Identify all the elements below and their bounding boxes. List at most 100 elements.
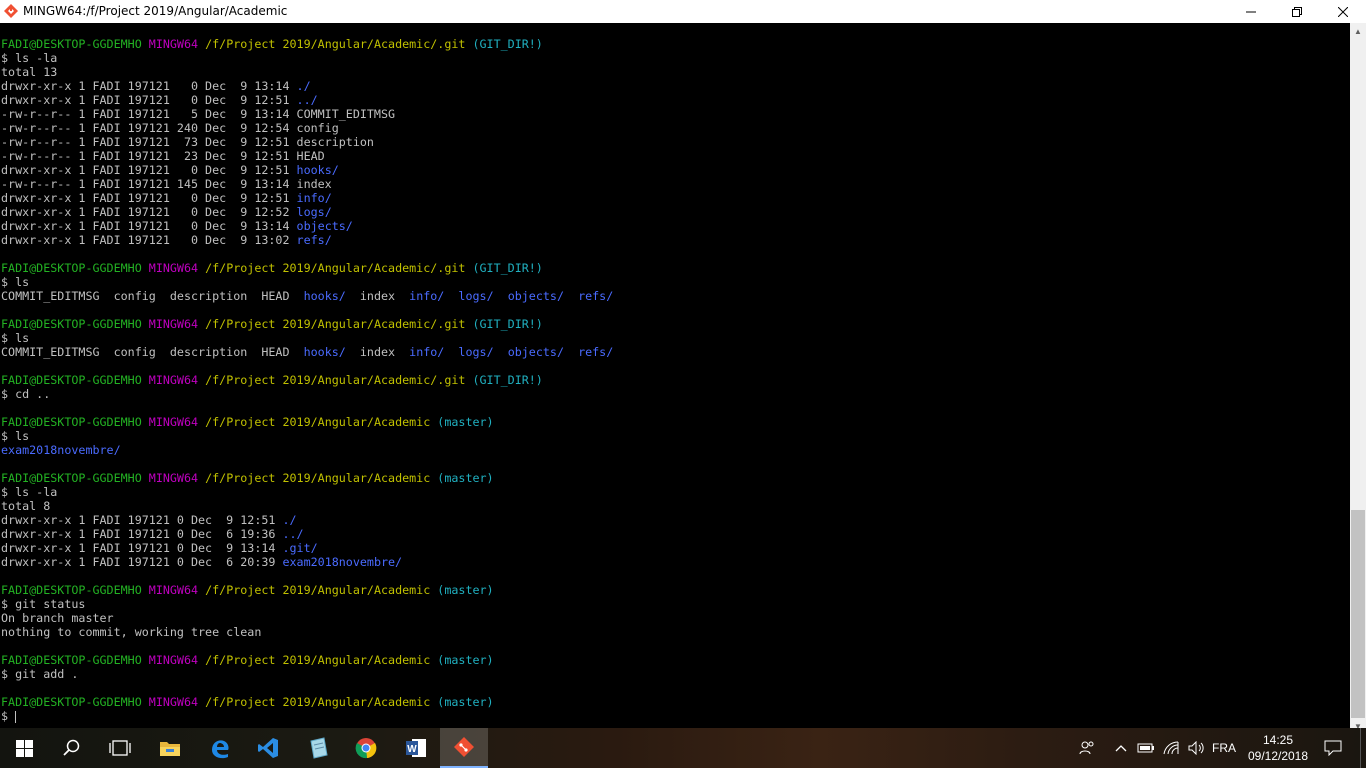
terminal-line: total 13 — [1, 65, 613, 79]
people-button[interactable] — [1076, 728, 1098, 768]
vscode-button[interactable] — [244, 728, 292, 768]
edge-icon — [212, 740, 229, 759]
battery-icon — [1137, 743, 1154, 753]
terminal-segment-plain: -rw-r--r-- 1 FADI 197121 5 Dec 9 13:14 C… — [1, 107, 396, 121]
git-bash-icon — [454, 737, 474, 757]
terminal-line: drwxr-xr-x 1 FADI 197121 0 Dec 9 12:51 h… — [1, 163, 613, 177]
window-titlebar[interactable]: MINGW64:/f/Project 2019/Angular/Academic — [0, 0, 1366, 23]
notepad-icon — [310, 737, 328, 759]
terminal-segment-dir: info/ — [409, 289, 445, 303]
clock[interactable]: 14:25 09/12/2018 — [1244, 732, 1312, 764]
terminal-segment-branch: (GIT_DIR!) — [472, 37, 543, 51]
battery-button[interactable] — [1136, 728, 1156, 768]
terminal-line: exam2018novembre/ — [1, 443, 613, 457]
terminal-segment-plain: $ git status — [1, 597, 86, 611]
terminal-output[interactable]: FADI@DESKTOP-GGDEMHO MINGW64 /f/Project … — [0, 23, 1350, 735]
terminal-segment-plain: -rw-r--r-- 1 FADI 197121 145 Dec 9 13:14… — [1, 177, 332, 191]
terminal-line: total 8 — [1, 499, 613, 513]
network-button[interactable] — [1160, 728, 1184, 768]
terminal-segment-dir: logs/ — [296, 205, 332, 219]
search-button[interactable] — [48, 728, 96, 768]
svg-text:W: W — [407, 744, 417, 755]
terminal-segment-plain — [564, 345, 578, 359]
terminal-line: drwxr-xr-x 1 FADI 197121 0 Dec 9 12:51 .… — [1, 93, 613, 107]
word-button[interactable]: W — [392, 728, 440, 768]
terminal-segment-dir: info/ — [296, 191, 332, 205]
close-button[interactable] — [1320, 0, 1366, 23]
restore-button[interactable] — [1274, 0, 1320, 23]
terminal-segment-plain: $ ls — [1, 429, 30, 443]
scroll-up-icon[interactable]: ▲ — [1350, 23, 1366, 40]
chrome-button[interactable] — [342, 728, 390, 768]
terminal-segment-sys: MINGW64 — [148, 471, 206, 485]
terminal-segment-plain: drwxr-xr-x 1 FADI 197121 0 Dec 9 13:14 — [1, 219, 297, 233]
terminal-segment-dir: .git/ — [282, 541, 318, 555]
terminal-segment-plain: On branch master — [1, 611, 114, 625]
terminal-line: FADI@DESKTOP-GGDEMHO MINGW64 /f/Project … — [1, 653, 613, 667]
terminal-segment-sys: MINGW64 — [148, 261, 206, 275]
terminal-segment-sys: MINGW64 — [148, 37, 206, 51]
terminal-line: drwxr-xr-x 1 FADI 197121 0 Dec 6 20:39 e… — [1, 555, 613, 569]
terminal-segment-user: FADI@DESKTOP-GGDEMHO — [1, 373, 149, 387]
file-explorer-button[interactable] — [146, 728, 194, 768]
terminal-segment-plain: drwxr-xr-x 1 FADI 197121 0 Dec 9 12:51 — [1, 513, 283, 527]
terminal-segment-path: /f/Project 2019/Angular/Academic — [205, 653, 438, 667]
terminal-segment-sys: MINGW64 — [148, 415, 206, 429]
git-bash-taskbar-button[interactable] — [440, 728, 488, 768]
text-cursor — [15, 710, 17, 723]
scrollbar-thumb[interactable] — [1351, 510, 1365, 718]
terminal-segment-plain: drwxr-xr-x 1 FADI 197121 0 Dec 6 20:39 — [1, 555, 283, 569]
terminal-line: FADI@DESKTOP-GGDEMHO MINGW64 /f/Project … — [1, 261, 613, 275]
terminal-segment-dir: objects/ — [507, 345, 564, 359]
terminal-segment-plain: -rw-r--r-- 1 FADI 197121 73 Dec 9 12:51 … — [1, 135, 374, 149]
restore-icon — [1292, 6, 1302, 17]
terminal-scrollbar[interactable]: ▲ ▼ — [1350, 23, 1366, 735]
terminal-segment-dir: logs/ — [458, 289, 494, 303]
terminal-segment-plain: $ git add . — [1, 667, 79, 681]
search-icon — [63, 739, 80, 756]
terminal-segment-plain: $ ls — [1, 275, 30, 289]
volume-button[interactable] — [1186, 728, 1208, 768]
terminal-segment-branch: (master) — [437, 583, 494, 597]
terminal-prompt: $ — [1, 709, 16, 723]
show-hidden-icons-button[interactable] — [1112, 728, 1130, 768]
terminal-segment-dir: logs/ — [458, 345, 494, 359]
terminal-segment-dir: ./ — [282, 513, 297, 527]
task-view-button[interactable] — [96, 728, 144, 768]
terminal-segment-path: /f/Project 2019/Angular/Academic/.git — [205, 317, 473, 331]
terminal-line: COMMIT_EDITMSG config description HEAD h… — [1, 345, 613, 359]
terminal-line: nothing to commit, working tree clean — [1, 625, 613, 639]
minimize-icon — [1246, 11, 1256, 12]
terminal-prompt-line[interactable]: $ — [1, 709, 613, 723]
terminal-segment-branch: (master) — [437, 695, 494, 709]
terminal-line: FADI@DESKTOP-GGDEMHO MINGW64 /f/Project … — [1, 471, 613, 485]
action-center-button[interactable] — [1318, 728, 1348, 768]
terminal-segment-plain: $ ls — [1, 331, 30, 345]
terminal-segment-plain: $ ls -la — [1, 51, 58, 65]
terminal-segment-user: FADI@DESKTOP-GGDEMHO — [1, 653, 149, 667]
input-language[interactable]: FRA — [1212, 728, 1236, 768]
edge-button[interactable] — [196, 728, 244, 768]
terminal-segment-plain — [444, 345, 458, 359]
terminal-segment-branch: (GIT_DIR!) — [472, 373, 543, 387]
terminal-line: drwxr-xr-x 1 FADI 197121 0 Dec 9 13:14 .… — [1, 541, 613, 555]
chevron-up-icon — [1115, 745, 1127, 752]
terminal-line: drwxr-xr-x 1 FADI 197121 0 Dec 9 12:52 l… — [1, 205, 613, 219]
terminal-segment-path: /f/Project 2019/Angular/Academic — [205, 695, 438, 709]
terminal-segment-plain — [444, 289, 458, 303]
terminal-segment-path: /f/Project 2019/Angular/Academic/.git — [205, 261, 473, 275]
terminal-segment-plain: drwxr-xr-x 1 FADI 197121 0 Dec 9 12:52 — [1, 205, 297, 219]
terminal-segment-sys: MINGW64 — [148, 373, 206, 387]
terminal-segment-plain: drwxr-xr-x 1 FADI 197121 0 Dec 9 12:51 — [1, 191, 297, 205]
terminal-segment-plain — [494, 289, 508, 303]
show-desktop-button[interactable] — [1360, 728, 1366, 768]
terminal-segment-plain: -rw-r--r-- 1 FADI 197121 240 Dec 9 12:54… — [1, 121, 339, 135]
minimize-button[interactable] — [1228, 0, 1274, 23]
git-bash-app-icon — [4, 4, 18, 18]
task-view-icon — [109, 740, 131, 756]
start-button[interactable] — [0, 728, 48, 768]
notepad-button[interactable] — [294, 728, 342, 768]
